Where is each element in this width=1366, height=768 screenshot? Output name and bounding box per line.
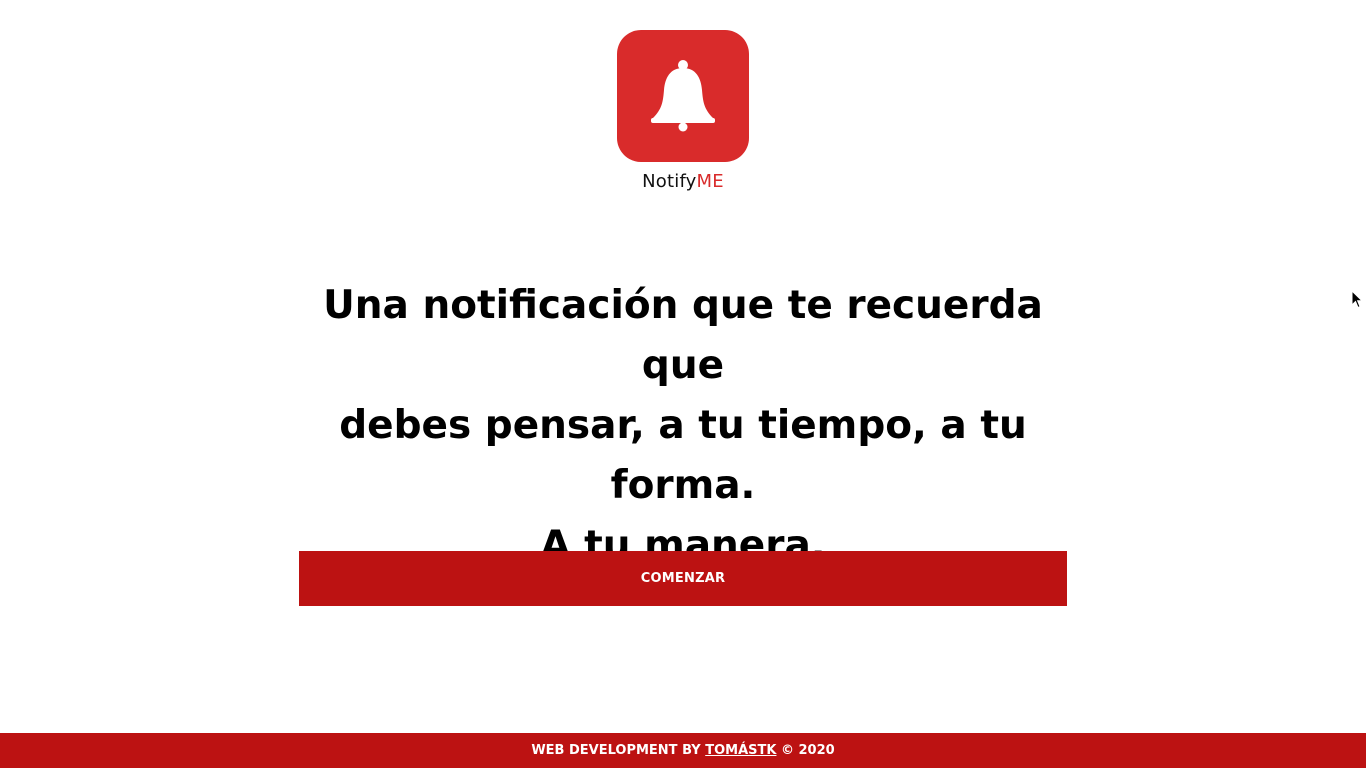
brand-name-part1: Notify xyxy=(642,171,697,192)
hero-headline: Una notificación que te recuerda que deb… xyxy=(283,276,1083,576)
hero-line-2: debes pensar, a tu tiempo, a tu xyxy=(339,403,1027,448)
hero-line-1: Una notificación que te recuerda que xyxy=(323,283,1043,388)
footer-prefix: WEB DEVELOPMENT BY xyxy=(531,743,706,758)
brand-logo: NotifyME xyxy=(0,30,1366,194)
mouse-cursor-icon xyxy=(1351,290,1363,309)
start-button[interactable]: COMENZAR xyxy=(299,551,1067,606)
footer: WEB DEVELOPMENT BY TOMÁSTK © 2020 xyxy=(0,733,1366,768)
brand-name: NotifyME xyxy=(642,170,724,194)
brand-name-part2: ME xyxy=(696,171,724,192)
footer-suffix: © 2020 xyxy=(776,743,835,758)
bell-icon xyxy=(651,60,715,132)
hero-line-3: forma. xyxy=(610,463,756,508)
footer-author-link[interactable]: TOMÁSTK xyxy=(705,743,776,758)
page: NotifyME Una notificación que te recuerd… xyxy=(0,0,1366,768)
logo-tile xyxy=(617,30,749,162)
